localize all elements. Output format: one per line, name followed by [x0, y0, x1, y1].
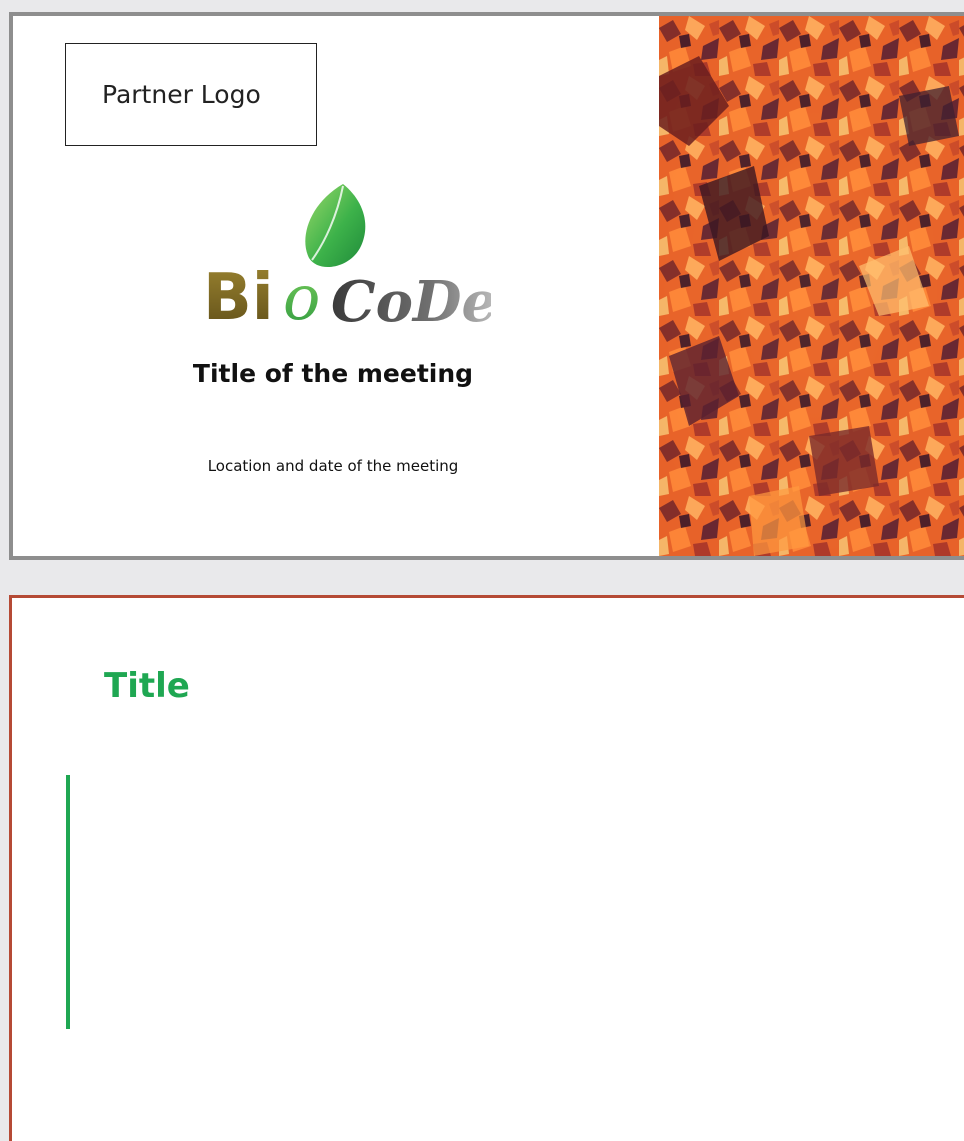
leaf-icon [305, 184, 366, 268]
partner-logo-placeholder[interactable]: Partner Logo [65, 43, 317, 146]
meeting-location-date[interactable]: Location and date of the meeting [13, 457, 653, 475]
accent-bar [66, 775, 70, 1029]
brand-o: o [283, 261, 320, 334]
partner-logo-label: Partner Logo [102, 80, 261, 109]
slide-content[interactable]: Title [9, 595, 964, 1141]
slide-title-page[interactable]: Partner Logo Bi o CoDe Title of the meet… [9, 12, 964, 560]
brand-code: CoDe [331, 269, 491, 335]
slides-view: Partner Logo Bi o CoDe Title of the meet… [0, 0, 964, 1141]
brand-bi: Bi [203, 261, 274, 335]
lava-rock-photo [659, 16, 964, 556]
meeting-title[interactable]: Title of the meeting [13, 359, 653, 388]
biocode-logo: Bi o CoDe [203, 184, 491, 335]
slide-title[interactable]: Title [104, 666, 190, 706]
